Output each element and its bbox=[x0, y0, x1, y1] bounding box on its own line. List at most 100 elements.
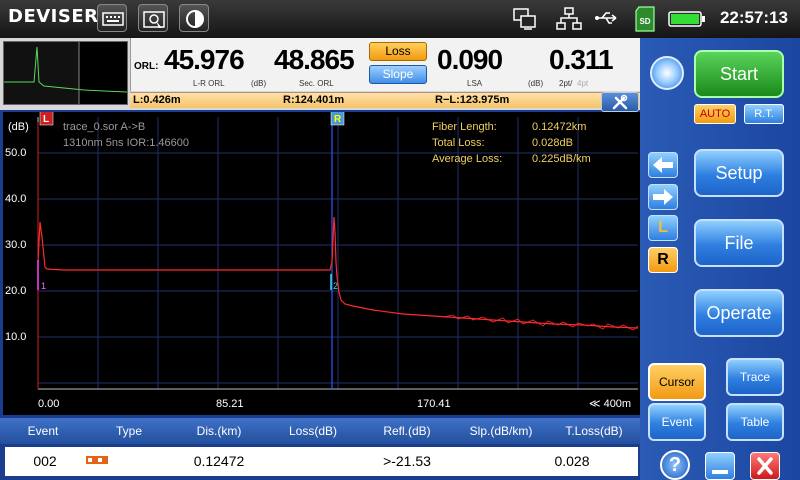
col-distance[interactable]: Dis.(km) bbox=[172, 424, 266, 438]
trace-button[interactable]: Trace bbox=[726, 358, 784, 396]
y-tick: 30.0 bbox=[5, 239, 26, 251]
y-tick: 50.0 bbox=[5, 147, 26, 159]
operate-button[interactable]: Operate bbox=[694, 289, 784, 337]
arrow-right-icon bbox=[653, 189, 673, 205]
status-bar: DEVISER SD 22:57:13 bbox=[0, 0, 800, 38]
loss-button[interactable]: Loss bbox=[369, 42, 427, 61]
right-control-panel: Start AUTO R.T. L R Setup File Operate C… bbox=[640, 38, 800, 480]
cursor-l-label: L bbox=[43, 114, 49, 125]
lsa-value: 0.090 bbox=[437, 44, 503, 75]
col-total-loss[interactable]: T.Loss(dB) bbox=[548, 424, 640, 438]
y-unit-label: (dB) bbox=[8, 121, 29, 133]
sd-card-icon: SD bbox=[635, 6, 655, 32]
metrics-panel: ORL: 45.976 L-R ORL (dB) 48.865 Sec. ORL… bbox=[130, 38, 640, 91]
col-loss[interactable]: Loss(dB) bbox=[266, 424, 360, 438]
select-cursor-r-button[interactable]: R bbox=[648, 247, 678, 273]
network-icon[interactable] bbox=[556, 7, 582, 31]
cursor-button[interactable]: Cursor bbox=[648, 363, 706, 401]
x-tick: 85.21 bbox=[216, 398, 244, 410]
minimize-icon bbox=[712, 470, 728, 474]
y-tick: 40.0 bbox=[5, 193, 26, 205]
tools-button[interactable] bbox=[601, 92, 639, 112]
auto-mode-button[interactable]: AUTO bbox=[694, 104, 736, 124]
x-tick: 170.41 bbox=[417, 398, 451, 410]
lr-orl-value: 45.976 bbox=[164, 44, 245, 75]
start-button[interactable]: Start bbox=[694, 50, 784, 98]
event-1-label: 1 bbox=[41, 281, 46, 291]
remote-desktop-icon[interactable] bbox=[512, 7, 538, 31]
move-right-button[interactable] bbox=[648, 184, 678, 210]
minimap-trace bbox=[4, 42, 128, 104]
deviser-logo: DEVISER bbox=[8, 6, 99, 27]
realtime-mode-button[interactable]: R.T. bbox=[744, 104, 784, 124]
help-icon: ? bbox=[668, 454, 682, 476]
minimize-button[interactable] bbox=[705, 452, 735, 480]
cursor-right-distance: R:124.401m bbox=[283, 94, 345, 106]
cursor-diff-distance: R−L:123.975m bbox=[435, 94, 510, 106]
cursor-left-distance: L:0.426m bbox=[133, 94, 181, 106]
trace-plot[interactable]: (dB) 50.0 40.0 30.0 20.0 10.0 0.00 85.21… bbox=[3, 110, 640, 415]
cell-total-loss: 0.028 bbox=[554, 453, 590, 469]
lsa-label: LSA bbox=[467, 79, 483, 88]
wrench-icon bbox=[612, 94, 628, 110]
contrast-button[interactable] bbox=[179, 4, 209, 32]
clock: 22:57:13 bbox=[719, 8, 788, 27]
setup-button[interactable]: Setup bbox=[694, 149, 784, 197]
x-tick: 0.00 bbox=[38, 398, 59, 410]
lr-orl-label: L-R ORL bbox=[193, 79, 225, 88]
col-reflectance[interactable]: Refl.(dB) bbox=[360, 424, 454, 438]
trace-overview-minimap[interactable] bbox=[3, 41, 128, 105]
close-button[interactable] bbox=[750, 452, 780, 480]
average-loss-value: 0.225dB/km bbox=[532, 153, 591, 165]
cursor-r-label: R bbox=[334, 114, 342, 125]
screenshot-icon bbox=[143, 11, 165, 28]
help-button[interactable]: ? bbox=[660, 450, 690, 480]
y-tick: 10.0 bbox=[5, 331, 26, 343]
close-icon bbox=[757, 457, 773, 475]
y-tick: 20.0 bbox=[5, 285, 26, 297]
otdr-screen: DEVISER SD 22:57:13 ORL: 45.976 L-R ORL … bbox=[0, 0, 800, 480]
keyboard-icon bbox=[102, 12, 124, 26]
total-loss-value: 0.028dB bbox=[532, 137, 573, 149]
lr-orl-unit: (dB) bbox=[251, 79, 267, 88]
file-button[interactable]: File bbox=[694, 219, 784, 267]
two-point-label[interactable]: 2pt/ bbox=[559, 79, 572, 88]
disc-icon[interactable] bbox=[650, 56, 684, 90]
keyboard-button[interactable] bbox=[97, 4, 127, 32]
cursor-distance-bar: L:0.426m R:124.401m R−L:123.975m bbox=[130, 92, 640, 108]
col-slope[interactable]: Slp.(dB/km) bbox=[454, 424, 548, 438]
four-point-label[interactable]: 4pt bbox=[577, 79, 588, 88]
table-button[interactable]: Table bbox=[726, 403, 784, 441]
select-cursor-l-button[interactable]: L bbox=[648, 215, 678, 241]
event-button[interactable]: Event bbox=[648, 403, 706, 441]
screenshot-button[interactable] bbox=[138, 4, 168, 32]
total-loss-label: Total Loss: bbox=[432, 137, 485, 149]
table-row[interactable]: 002 0.12472 >-21.53 0.028 bbox=[5, 447, 638, 476]
sec-orl-label: Sec. ORL bbox=[299, 79, 334, 88]
contrast-icon bbox=[186, 10, 204, 28]
fiber-length-value: 0.12472km bbox=[532, 121, 586, 133]
event-2-label: 2 bbox=[333, 281, 338, 291]
col-type[interactable]: Type bbox=[86, 424, 172, 438]
usb-icon bbox=[595, 12, 617, 24]
fiber-length-label: Fiber Length: bbox=[432, 121, 497, 133]
slope-button[interactable]: Slope bbox=[369, 65, 427, 84]
lsa-unit: (dB) bbox=[528, 79, 544, 88]
trace-params: 1310nm 5ns IOR:1.46600 bbox=[63, 137, 189, 149]
col-event[interactable]: Event bbox=[0, 424, 86, 438]
otdr-trace-graph[interactable]: (dB) 50.0 40.0 30.0 20.0 10.0 0.00 85.21… bbox=[3, 110, 640, 415]
two-point-value: 0.311 bbox=[549, 44, 614, 75]
x-range-zoom-label[interactable]: ≪ 400m bbox=[589, 398, 631, 410]
sd-card-label: SD bbox=[639, 17, 650, 26]
end-event-type-icon bbox=[86, 456, 108, 464]
otdr-trace-noise bbox=[442, 314, 639, 331]
arrow-left-icon bbox=[653, 157, 673, 173]
move-left-button[interactable] bbox=[648, 152, 678, 178]
cell-distance: 0.12472 bbox=[193, 453, 245, 469]
trace-name: trace_0.sor A->B bbox=[63, 121, 145, 133]
battery-icon bbox=[668, 11, 705, 27]
event-table-header: Event Type Dis.(km) Loss(dB) Refl.(dB) S… bbox=[0, 418, 640, 444]
measurement-header: ORL: 45.976 L-R ORL (dB) 48.865 Sec. ORL… bbox=[0, 38, 640, 110]
cell-event: 002 bbox=[33, 453, 57, 469]
sec-orl-value: 48.865 bbox=[274, 44, 355, 75]
